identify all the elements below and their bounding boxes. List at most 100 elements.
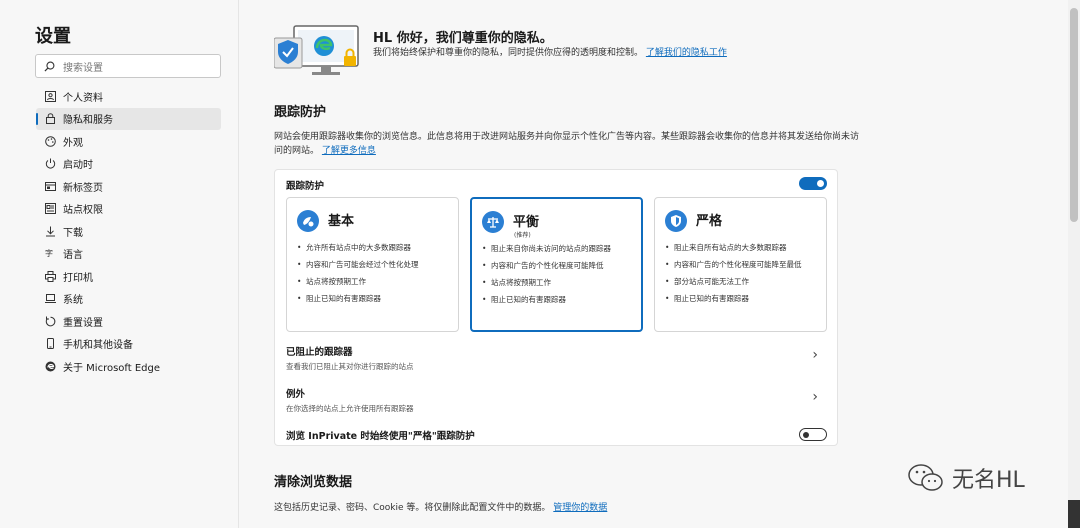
sidebar-item-label: 个人资料 [63, 92, 103, 104]
download-icon [44, 225, 56, 237]
blocked-trackers-title: 已阻止的跟踪器 [286, 347, 353, 358]
sidebar-item-downloads[interactable]: 下载 [36, 220, 221, 243]
hero-description: 我们将始终保护和尊重你的隐私，同时提供你应得的透明度和控制。 了解我们的隐私工作 [373, 47, 748, 60]
exceptions-sub: 在你选择的站点上允许使用所有跟踪器 [286, 404, 414, 413]
bullet: 部分站点可能无法工作 [665, 276, 823, 287]
clear-data-desc: 这包括历史记录、密码、Cookie 等。将仅删除此配置文件中的数据。 管理你的数… [274, 501, 864, 515]
bullet: 阻止已知的有害跟踪器 [297, 293, 455, 304]
option-balanced-recommended: (推荐) [514, 232, 531, 239]
hero-desc-text: 我们将始终保护和尊重你的隐私，同时提供你应得的透明度和控制。 [373, 48, 644, 58]
clear-data-desc-text: 这包括历史记录、密码、Cookie 等。将仅删除此配置文件中的数据。 [274, 503, 551, 513]
basic-icon [297, 210, 319, 232]
sidebar-item-label: 系统 [63, 295, 83, 307]
sidebar-item-site-permissions[interactable]: 站点权限 [36, 198, 221, 221]
tracking-card-title: 跟踪防护 [286, 181, 325, 192]
bullet: 站点将按预期工作 [297, 276, 455, 287]
watermark-text: 无名HL [952, 468, 1025, 493]
lock-icon [44, 113, 56, 125]
option-basic-bullets: 允许所有站点中的大多数跟踪器 内容和广告可能会经过个性化处理 站点将按预期工作 … [297, 242, 455, 310]
manage-data-link[interactable]: 管理你的数据 [553, 503, 607, 513]
option-balanced-name: 平衡 [513, 215, 540, 230]
sidebar-item-label: 站点权限 [63, 205, 103, 217]
bullet: 内容和广告的个性化程度可能降低 [482, 260, 640, 271]
exceptions-title: 例外 [286, 389, 306, 400]
tracking-prevention-toggle[interactable] [799, 177, 827, 190]
option-balanced[interactable]: 平衡 (推荐) 阻止来自你尚未访问的站点的跟踪器 内容和广告的个性化程度可能降低… [470, 197, 643, 332]
inprivate-strict-title: 浏览 InPrivate 时始终使用"严格"跟踪防护 [286, 431, 475, 442]
sidebar-item-label: 重置设置 [63, 317, 103, 329]
option-strict[interactable]: 严格 阻止来自所有站点的大多数跟踪器 内容和广告的个性化程度可能降至最低 部分站… [654, 197, 827, 332]
option-balanced-bullets: 阻止来自你尚未访问的站点的跟踪器 内容和广告的个性化程度可能降低 站点将按预期工… [482, 243, 640, 311]
tracking-learn-more-link[interactable]: 了解更多信息 [322, 146, 376, 156]
phone-icon [44, 338, 56, 350]
sidebar-item-label: 启动时 [63, 160, 93, 172]
option-basic[interactable]: 基本 允许所有站点中的大多数跟踪器 内容和广告可能会经过个性化处理 站点将按预期… [286, 197, 459, 332]
sidebar-item-languages[interactable]: 字 语言 [36, 243, 221, 266]
shield-icon [665, 210, 687, 232]
bullet: 阻止已知的有害跟踪器 [482, 294, 640, 305]
blocked-trackers-row[interactable]: 已阻止的跟踪器 查看我们已阻止其对你进行跟踪的站点 › [286, 344, 826, 372]
chevron-right-icon: › [812, 347, 818, 363]
scrollbar-corner [1068, 500, 1080, 528]
sidebar-item-reset[interactable]: 重置设置 [36, 310, 221, 333]
clear-data-section-title: 清除浏览数据 [274, 475, 353, 490]
sidebar-item-label: 手机和其他设备 [63, 340, 133, 352]
sidebar-item-label: 语言 [63, 250, 83, 262]
sidebar-item-about[interactable]: 关于 Microsoft Edge [36, 355, 221, 378]
bullet: 内容和广告的个性化程度可能降至最低 [665, 259, 823, 270]
sidebar-item-label: 隐私和服务 [63, 115, 113, 127]
scrollbar-thumb[interactable] [1070, 8, 1078, 222]
bullet: 阻止已知的有害跟踪器 [665, 293, 823, 304]
sidebar: 设置 搜索设置 个人资料 隐私和服务 外观 启动时 新标签页 站点权限 下载 字… [0, 0, 239, 528]
tracking-section-title: 跟踪防护 [274, 105, 327, 120]
blocked-trackers-sub: 查看我们已阻止其对你进行跟踪的站点 [286, 362, 414, 371]
sidebar-item-printers[interactable]: 打印机 [36, 265, 221, 288]
option-strict-bullets: 阻止来自所有站点的大多数跟踪器 内容和广告的个性化程度可能降至最低 部分站点可能… [665, 242, 823, 310]
search-input[interactable]: 搜索设置 [35, 54, 221, 78]
sidebar-item-label: 下载 [63, 227, 83, 239]
scrollbar[interactable] [1068, 0, 1080, 528]
search-icon [44, 61, 55, 72]
inprivate-strict-toggle[interactable] [799, 428, 827, 441]
edge-icon [44, 360, 56, 372]
option-strict-name: 严格 [696, 214, 723, 229]
printer-icon [44, 270, 56, 282]
option-basic-name: 基本 [328, 214, 355, 229]
bullet: 站点将按预期工作 [482, 277, 640, 288]
sidebar-item-label: 新标签页 [63, 182, 103, 194]
reset-icon [44, 315, 56, 327]
language-icon: 字 [44, 248, 56, 260]
exceptions-row[interactable]: 例外 在你选择的站点上允许使用所有跟踪器 › [286, 386, 826, 414]
profile-icon [44, 90, 56, 102]
inprivate-strict-row: 浏览 InPrivate 时始终使用"严格"跟踪防护 [286, 428, 826, 442]
bullet: 内容和广告可能会经过个性化处理 [297, 259, 455, 270]
sidebar-item-label: 打印机 [63, 272, 93, 284]
sidebar-item-phone[interactable]: 手机和其他设备 [36, 333, 221, 356]
sidebar-item-appearance[interactable]: 外观 [36, 130, 221, 153]
new-tab-icon [44, 180, 56, 192]
tracking-prevention-card: 跟踪防护 基本 允许所有站点中的大多数跟踪器 内容和广告可能会经过个性化处理 站… [274, 169, 838, 446]
sidebar-item-new-tab[interactable]: 新标签页 [36, 175, 221, 198]
privacy-learn-more-link[interactable]: 了解我们的隐私工作 [646, 48, 727, 58]
sidebar-item-privacy[interactable]: 隐私和服务 [36, 107, 221, 130]
balance-scale-icon [482, 211, 504, 233]
sidebar-item-label: 关于 Microsoft Edge [63, 362, 161, 374]
main-content: HL 你好，我们尊重你的隐私。 我们将始终保护和尊重你的隐私，同时提供你应得的透… [240, 0, 1068, 528]
wechat-icon [908, 464, 943, 491]
sidebar-item-label: 外观 [63, 137, 83, 149]
site-permissions-icon [44, 203, 56, 215]
bullet: 阻止来自所有站点的大多数跟踪器 [665, 242, 823, 253]
sidebar-title: 设置 [35, 26, 71, 47]
search-placeholder: 搜索设置 [63, 62, 103, 74]
svg-text:字: 字 [45, 248, 53, 258]
sidebar-item-system[interactable]: 系统 [36, 288, 221, 311]
watermark: 无名HL [906, 462, 1025, 494]
hero-title: HL 你好，我们尊重你的隐私。 [373, 31, 553, 46]
privacy-illustration [274, 25, 359, 75]
bullet: 允许所有站点中的大多数跟踪器 [297, 242, 455, 253]
palette-icon [44, 135, 56, 147]
bullet: 阻止来自你尚未访问的站点的跟踪器 [482, 243, 640, 254]
tracking-section-desc: 网站会使用跟踪器收集你的浏览信息。此信息将用于改进网站服务并向你显示个性化广告等… [274, 130, 864, 158]
sidebar-item-profile[interactable]: 个人资料 [36, 85, 221, 108]
sidebar-item-startup[interactable]: 启动时 [36, 153, 221, 176]
